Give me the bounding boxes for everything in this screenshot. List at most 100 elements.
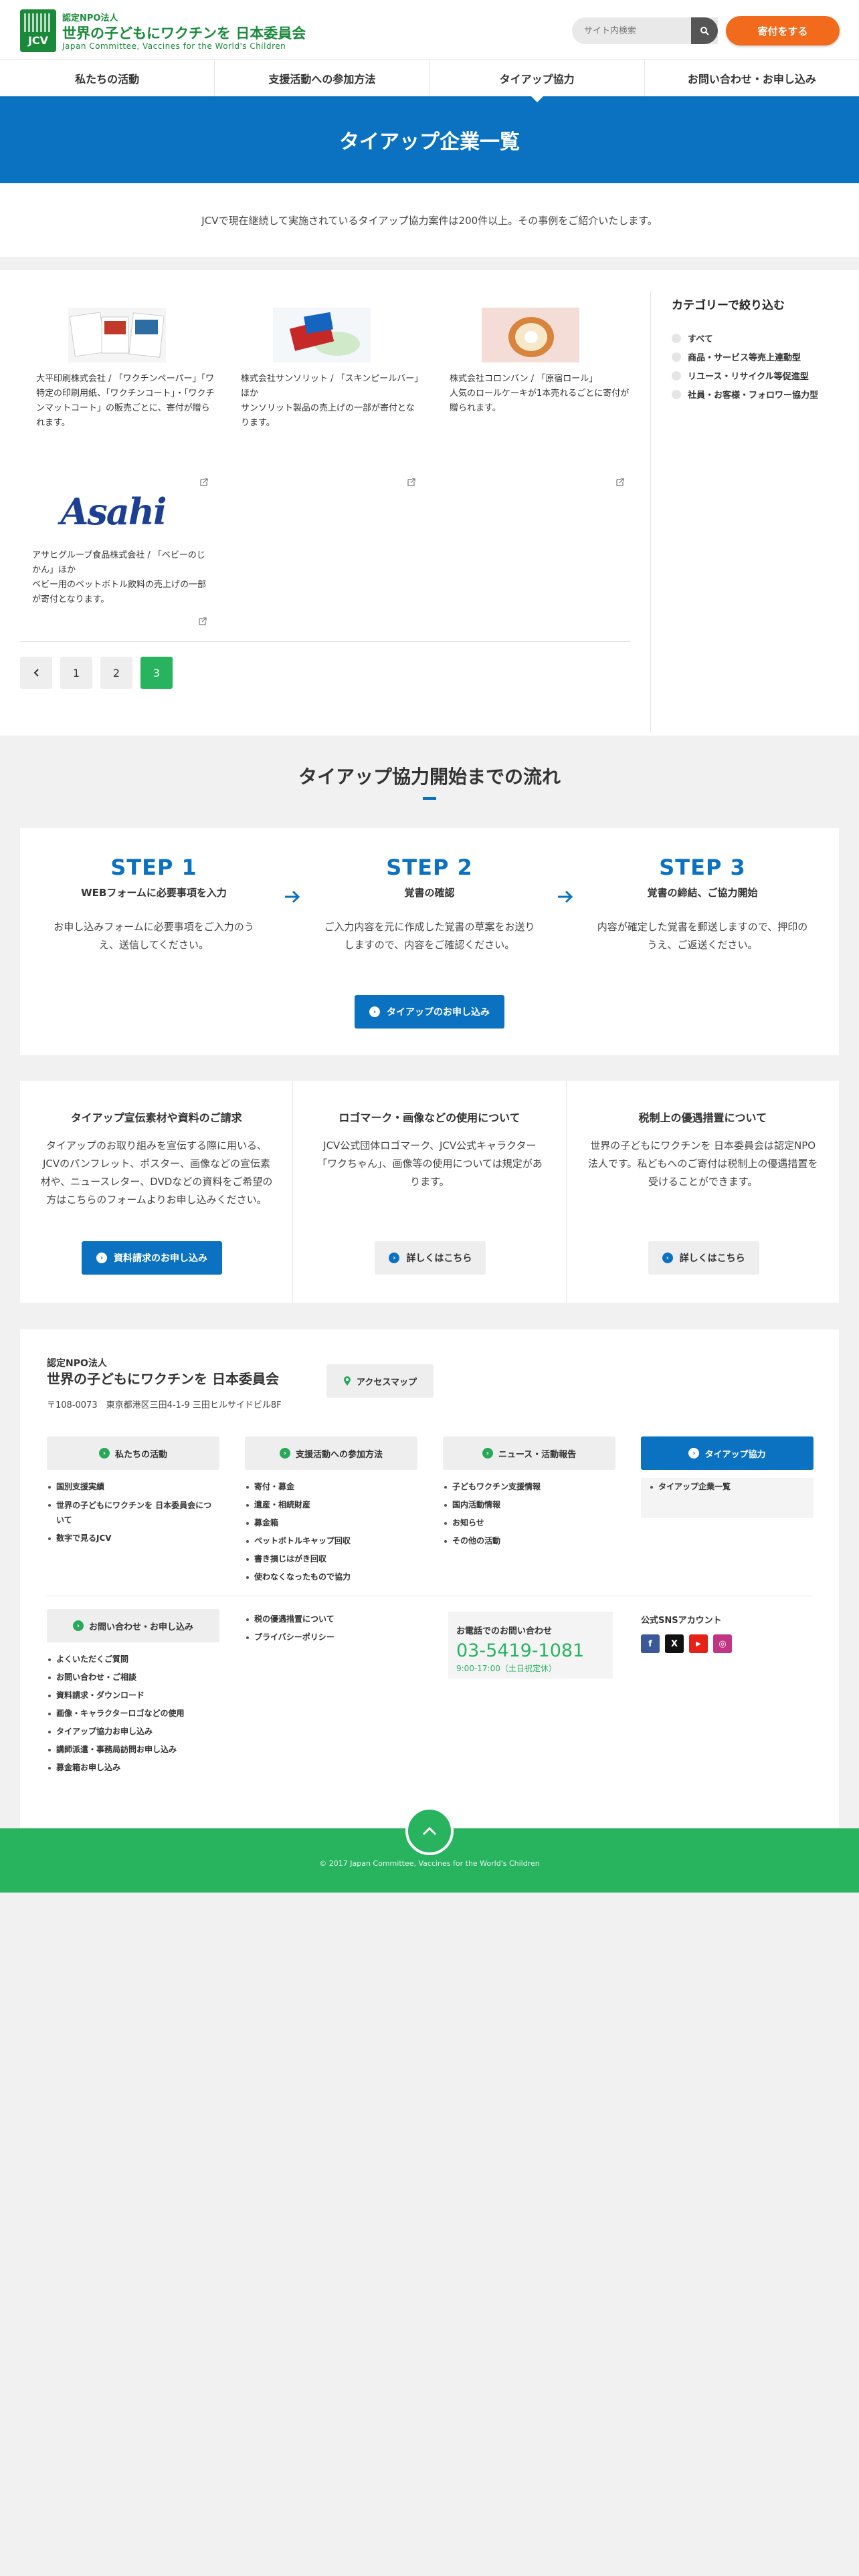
- facebook-icon[interactable]: f: [641, 1634, 660, 1653]
- head-label: ニュース・活動報告: [498, 1449, 577, 1460]
- x-icon[interactable]: X: [665, 1634, 684, 1653]
- access-map-button[interactable]: アクセスマップ: [326, 1364, 434, 1398]
- intro-text: JCVで現在継続して実施されているタイアップ協力案件は200件以上。その事例をご…: [0, 183, 859, 257]
- external-link-icon: [199, 617, 207, 625]
- step-heading: STEP 1: [110, 855, 197, 880]
- footer-list-activities: 国別支援実績 世界の子どもにワクチンを 日本委員会について 数字で見るJCV: [47, 1478, 219, 1547]
- footer-link[interactable]: 子どもワクチン支援情報: [443, 1478, 615, 1496]
- footer-link[interactable]: 国別支援実績: [47, 1478, 219, 1496]
- footer-link[interactable]: プライバシーポリシー: [245, 1628, 417, 1646]
- head-label: お問い合わせ・お申し込み: [88, 1622, 193, 1632]
- footer-link[interactable]: 遺産・相続財産: [245, 1496, 417, 1514]
- org-english-name: Japan Committee, Vaccines for the World'…: [62, 41, 286, 51]
- head-label: 支援活動への参加方法: [295, 1449, 383, 1460]
- copyright: © 2017 Japan Committee, Vaccines for the…: [319, 1859, 540, 1868]
- footer-link[interactable]: 国内活動情報: [443, 1496, 615, 1514]
- footer-head-tieup[interactable]: › タイアップ協力: [641, 1436, 814, 1470]
- footer-link[interactable]: よくいただくご質問: [47, 1650, 219, 1669]
- footer-link[interactable]: 寄付・募金: [245, 1478, 417, 1496]
- category-sales-linked[interactable]: 商品・サービス等売上連動型: [672, 350, 801, 363]
- global-nav: 私たちの活動 支援活動への参加方法 タイアップ協力 お問い合わせ・お申し込み: [0, 59, 859, 102]
- footer-link[interactable]: その他の活動: [443, 1532, 615, 1550]
- category-reuse-recycle[interactable]: リユース・リサイクル等促進型: [672, 369, 809, 382]
- logo-usage-details-button[interactable]: › 詳しくはこちら: [375, 1241, 486, 1275]
- footer-link[interactable]: タイアップ協力お申し込み: [47, 1723, 219, 1741]
- step-description: ご入力内容を元に作成した覚書の草案をお送りしますので、内容をご確認ください。: [324, 921, 535, 951]
- footer-link[interactable]: 募金箱お申し込み: [47, 1759, 219, 1777]
- step-description: お申し込みフォームに必要事項をご入力のうえ、送信してください。: [54, 921, 254, 951]
- step-2: STEP 2 覚書の確認 ご入力内容を元に作成した覚書の草案をお送りしますので、…: [322, 855, 537, 954]
- footer-link[interactable]: 使わなくなったもので協力: [245, 1568, 417, 1586]
- donate-button[interactable]: 寄付をする: [726, 16, 840, 45]
- tieup-list-section: 大平印刷株式会社 / 「ワクチンペーパー」「ワクチンコート」・「ワクチンマットコ…: [0, 270, 859, 736]
- request-materials-button[interactable]: › 資料請求のお申し込み: [82, 1241, 222, 1275]
- info-columns: タイアップ宣伝素材や資料のご請求 タイアップのお取り組みを宣伝する際に用いる、J…: [20, 1081, 839, 1303]
- tax-details-button[interactable]: › 詳しくはこちら: [648, 1241, 759, 1275]
- tieup-card[interactable]: 大平印刷株式会社 / 「ワクチンペーパー」「ワクチンコート」・「ワクチンマットコ…: [36, 308, 217, 486]
- footer-head-contact[interactable]: › お問い合わせ・お申し込み: [47, 1609, 219, 1642]
- card-title: 大平印刷株式会社 / 「ワクチンペーパー」「ワクチンコート」・「ワクチンマットコ…: [36, 374, 215, 384]
- step-title: 覚書の締結、ご協力開始: [647, 887, 758, 899]
- card-image-asahi-logo: Asahi: [60, 490, 167, 533]
- card-title: アサヒグループ食品株式会社 / 「ベビーのじかん」ほか: [32, 550, 205, 575]
- pagination-page-3-current[interactable]: 3: [140, 657, 173, 689]
- footer-head-activities[interactable]: › 私たちの活動: [47, 1436, 219, 1470]
- sidebar-divider: [650, 290, 651, 732]
- pagination-page-1[interactable]: 1: [60, 657, 92, 689]
- nav-tieup[interactable]: タイアップ協力: [429, 60, 644, 102]
- info-description: タイアップのお取り組みを宣伝する際に用いる、JCVのパンフレット、ポスター、画像…: [40, 1140, 273, 1206]
- page-title: タイアップ企業一覧: [0, 96, 859, 183]
- tieup-card[interactable]: 株式会社サンソリット / 「スキンピールバー」ほか サンソリット製品の売上げの一…: [241, 308, 421, 486]
- tieup-apply-button[interactable]: › タイアップのお申し込み: [355, 995, 504, 1029]
- step-title: 覚書の確認: [404, 887, 455, 899]
- step-heading: STEP 3: [659, 855, 746, 880]
- nav-contact[interactable]: お問い合わせ・お申し込み: [644, 60, 859, 96]
- instagram-icon[interactable]: ◎: [713, 1634, 732, 1653]
- chevron-right-icon: ›: [688, 1448, 700, 1459]
- radio-icon: [672, 389, 681, 399]
- footer-link[interactable]: お問い合わせ・ご相談: [47, 1669, 219, 1687]
- pagination-page-2[interactable]: 2: [100, 657, 132, 689]
- category-all[interactable]: すべて: [672, 332, 713, 344]
- external-link-icon: [616, 478, 624, 486]
- org-name[interactable]: 世界の子どもにワクチンを 日本委員会: [62, 23, 306, 43]
- footer-org-type: 認定NPO法人: [47, 1358, 107, 1369]
- footer-link[interactable]: 画像・キャラクターロゴなどの使用: [47, 1705, 219, 1723]
- button-label: 詳しくはこちら: [406, 1253, 472, 1264]
- tieup-card[interactable]: Asahi アサヒグループ食品株式会社 / 「ベビーのじかん」ほか ベビー用のペ…: [32, 484, 207, 627]
- head-label: タイアップ協力: [704, 1449, 766, 1460]
- footer-link[interactable]: タイアップ企業一覧: [649, 1478, 822, 1496]
- category-label: リユース・リサイクル等促進型: [688, 372, 809, 382]
- footer-head-news[interactable]: › ニュース・活動報告: [443, 1436, 615, 1470]
- logo-pattern: [24, 13, 52, 32]
- step-3: STEP 3 覚書の締結、ご協力開始 内容が確定した覚書を郵送しますので、押印の…: [595, 855, 809, 954]
- head-label: 私たちの活動: [114, 1449, 167, 1460]
- footer-link[interactable]: 数字で見るJCV: [47, 1529, 219, 1547]
- nav-activities[interactable]: 私たちの活動: [0, 60, 214, 96]
- category-employee-customer[interactable]: 社員・お客様・フォロワー協力型: [672, 388, 818, 401]
- footer-sitemap: 認定NPO法人 世界の子どもにワクチンを 日本委員会 〒108-0073 東京都…: [20, 1329, 839, 1828]
- footer-link[interactable]: 税の優遇措置について: [245, 1610, 417, 1628]
- search-icon: [700, 27, 709, 35]
- footer-link[interactable]: 講師派遣・事務局訪問お申し込み: [47, 1741, 219, 1759]
- search-button[interactable]: [691, 17, 718, 44]
- youtube-icon[interactable]: ▶: [689, 1634, 708, 1653]
- chevron-right-icon: ›: [389, 1253, 400, 1263]
- footer-head-participate[interactable]: › 支援活動への参加方法: [245, 1436, 417, 1470]
- footer-link[interactable]: 書き損じはがき回収: [245, 1550, 417, 1568]
- footer-link[interactable]: お知らせ: [443, 1514, 615, 1532]
- phone-number[interactable]: 03-5419-1081: [456, 1640, 613, 1661]
- chevron-right-icon: ›: [369, 1006, 380, 1017]
- back-to-top-button[interactable]: [405, 1807, 454, 1855]
- footer-link[interactable]: 募金箱: [245, 1514, 417, 1532]
- footer-list-tieup: タイアップ企業一覧: [649, 1478, 822, 1496]
- nav-participate[interactable]: 支援活動への参加方法: [214, 60, 429, 96]
- tieup-card[interactable]: 株式会社コロンバン / 「原宿ロール」 人気のロールケーキが1本売れるごとに寄付…: [450, 308, 630, 486]
- jcv-logo[interactable]: JCV: [20, 9, 56, 52]
- card-title: 株式会社コロンバン / 「原宿ロール」: [450, 374, 598, 384]
- pagination-prev[interactable]: [20, 657, 52, 689]
- footer-link[interactable]: 資料請求・ダウンロード: [47, 1687, 219, 1705]
- footer-link[interactable]: 世界の子どもにワクチンを 日本委員会について: [47, 1496, 219, 1529]
- footer-link[interactable]: ペットボトルキャップ回収: [245, 1532, 417, 1550]
- step-heading: STEP 2: [386, 855, 473, 880]
